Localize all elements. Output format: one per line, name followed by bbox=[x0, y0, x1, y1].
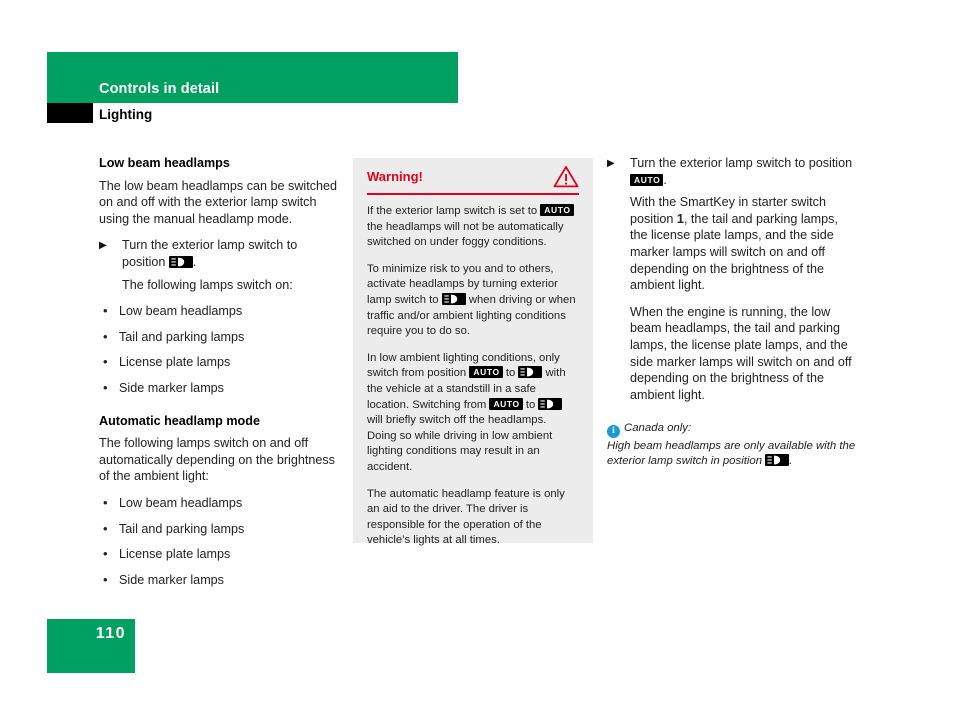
canada-only-label: Canada only: bbox=[624, 422, 692, 435]
left-content-column: Low beam headlamps The low beam headlamp… bbox=[99, 155, 342, 598]
warning-p3-text-d: to bbox=[525, 398, 536, 411]
step-text: Turn the exterior lamp switch to positio… bbox=[630, 156, 853, 170]
page-number: 110 bbox=[95, 625, 126, 642]
page-header-banner: Controls in detail bbox=[47, 52, 458, 103]
auto-position-badge: AUTO bbox=[540, 204, 574, 216]
warning-paragraph-4: The automatic headlamp feature is only a… bbox=[367, 487, 565, 547]
warning-callout-box: Warning! If the exterior lamp switch is … bbox=[353, 158, 593, 546]
step-text: Turn the exterior lamp switch to positio… bbox=[122, 238, 298, 269]
low-beam-headlamp-icon bbox=[168, 255, 193, 268]
page-section-title: Controls in detail bbox=[99, 81, 220, 97]
warning-title: Warning! bbox=[367, 169, 423, 184]
warning-header: Warning! bbox=[367, 158, 579, 195]
low-beam-headlamp-icon bbox=[765, 454, 790, 467]
low-beam-headlamp-icon bbox=[518, 366, 543, 379]
warning-triangle-icon bbox=[553, 165, 579, 193]
warning-paragraph-3: In low ambient lighting conditions, only… bbox=[367, 351, 579, 476]
warning-p3-text-b: to bbox=[505, 367, 516, 380]
right-content-column: ▶ Turn the exterior lamp switch to posit… bbox=[607, 155, 857, 469]
header-black-marker bbox=[47, 103, 93, 123]
step-turn-switch-auto: ▶ Turn the exterior lamp switch to posit… bbox=[607, 155, 857, 188]
auto-position-badge: AUTO bbox=[489, 397, 523, 410]
list-item: Tail and parking lamps bbox=[99, 521, 342, 538]
list-item: Tail and parking lamps bbox=[99, 329, 342, 346]
paragraph-automatic-intro: The following lamps switch on and off au… bbox=[99, 436, 335, 484]
paragraph-engine-running: When the engine is running, the low beam… bbox=[630, 304, 852, 402]
low-beam-headlamp-icon bbox=[538, 397, 563, 410]
warning-body: If the exterior lamp switch is set to AU… bbox=[353, 195, 593, 549]
warning-p1-text-a: If the exterior lamp switch is set to bbox=[367, 205, 538, 217]
paragraph-following-lamps-on: The following lamps switch on: bbox=[122, 277, 293, 292]
heading-automatic-headlamp-mode: Automatic headlamp mode bbox=[99, 413, 260, 428]
page-number-box: 110 bbox=[47, 619, 135, 673]
warning-paragraph-2: To minimize risk to you and to others, a… bbox=[367, 262, 579, 340]
step-turn-switch-low-beam: ▶ Turn the exterior lamp switch to posit… bbox=[99, 237, 342, 270]
list-item: Low beam headlamps bbox=[99, 303, 342, 320]
auto-position-badge: AUTO bbox=[469, 366, 503, 379]
canada-note-text-b: . bbox=[789, 455, 793, 468]
step-text-suffix: . bbox=[192, 254, 197, 269]
canada-note-text-a: High beam headlamps are only available w… bbox=[607, 440, 856, 468]
starter-switch-position-value: 1 bbox=[676, 211, 684, 226]
step-arrow-icon: ▶ bbox=[99, 240, 107, 252]
canada-only-note: i Canada only: High beam headlamps are on… bbox=[607, 419, 857, 469]
list-item: License plate lamps bbox=[99, 546, 342, 563]
list-item: Side marker lamps bbox=[99, 572, 342, 589]
canada-only-text: High beam headlamps are only available w… bbox=[607, 439, 857, 469]
warning-paragraph-1: If the exterior lamp switch is set to AU… bbox=[367, 204, 579, 251]
paragraph-smartkey-position: With the SmartKey in starter switch posi… bbox=[630, 194, 857, 294]
warning-p1-text-b: the headlamps will not be automatically … bbox=[367, 220, 564, 249]
list-item: License plate lamps bbox=[99, 354, 342, 371]
list-item: Low beam headlamps bbox=[99, 495, 342, 512]
list-lamps-switch-on: Low beam headlamps Tail and parking lamp… bbox=[99, 303, 342, 396]
heading-low-beam-headlamps: Low beam headlamps bbox=[99, 156, 230, 170]
warning-p3-text-e: will briefly switch off the headlamps. D… bbox=[367, 414, 553, 473]
page-subtitle: Lighting bbox=[99, 107, 153, 122]
step-text-suffix: . bbox=[663, 172, 667, 187]
list-lamps-automatic: Low beam headlamps Tail and parking lamp… bbox=[99, 495, 342, 588]
list-item: Side marker lamps bbox=[99, 380, 342, 397]
paragraph-low-beam-intro: The low beam headlamps can be switched o… bbox=[99, 178, 338, 226]
info-circle-icon: i bbox=[607, 425, 620, 439]
low-beam-headlamp-icon bbox=[441, 292, 466, 305]
auto-position-badge: AUTO bbox=[630, 173, 664, 186]
step-arrow-icon: ▶ bbox=[607, 158, 615, 169]
